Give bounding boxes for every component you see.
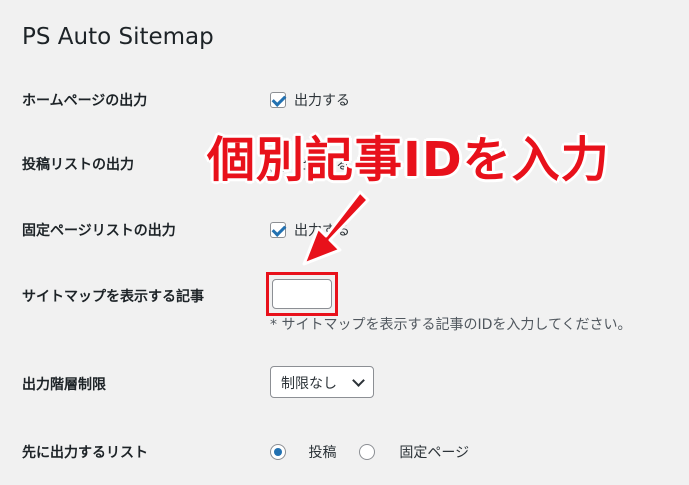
- radio-posts[interactable]: [270, 444, 286, 460]
- page-title: PS Auto Sitemap: [22, 24, 214, 50]
- depth-limit-selected-value: 制限なし: [281, 376, 337, 392]
- sitemap-article-description: * サイトマップを表示する記事のIDを入力してください。: [270, 317, 632, 333]
- radio-pages-label[interactable]: 固定ページ: [399, 445, 469, 461]
- sitemap-article-label: サイトマップを表示する記事: [22, 289, 204, 305]
- page-list-output-checkbox[interactable]: [270, 222, 286, 238]
- first-list-radio-group[interactable]: 投稿 固定ページ: [270, 442, 469, 462]
- home-output-label: ホームページの出力: [22, 93, 148, 109]
- home-output-checkbox-label[interactable]: 出力する: [294, 93, 350, 109]
- first-list-label: 先に出力するリスト: [22, 445, 148, 461]
- post-list-output-label: 投稿リストの出力: [22, 157, 134, 173]
- depth-limit-label: 出力階層制限: [22, 377, 106, 393]
- chevron-down-icon: [352, 374, 365, 387]
- annotation-text: 個別記事IDを入力: [207, 132, 610, 188]
- annotation-arrow-icon: [302, 190, 370, 266]
- page-list-output-label: 固定ページリストの出力: [22, 223, 176, 239]
- radio-pages[interactable]: [358, 444, 375, 460]
- radio-posts-label[interactable]: 投稿: [308, 445, 336, 461]
- home-output-field[interactable]: 出力する: [270, 90, 350, 110]
- home-output-checkbox[interactable]: [270, 92, 286, 108]
- annotation-highlight-box: [266, 272, 338, 316]
- depth-limit-select[interactable]: 制限なし: [270, 366, 374, 398]
